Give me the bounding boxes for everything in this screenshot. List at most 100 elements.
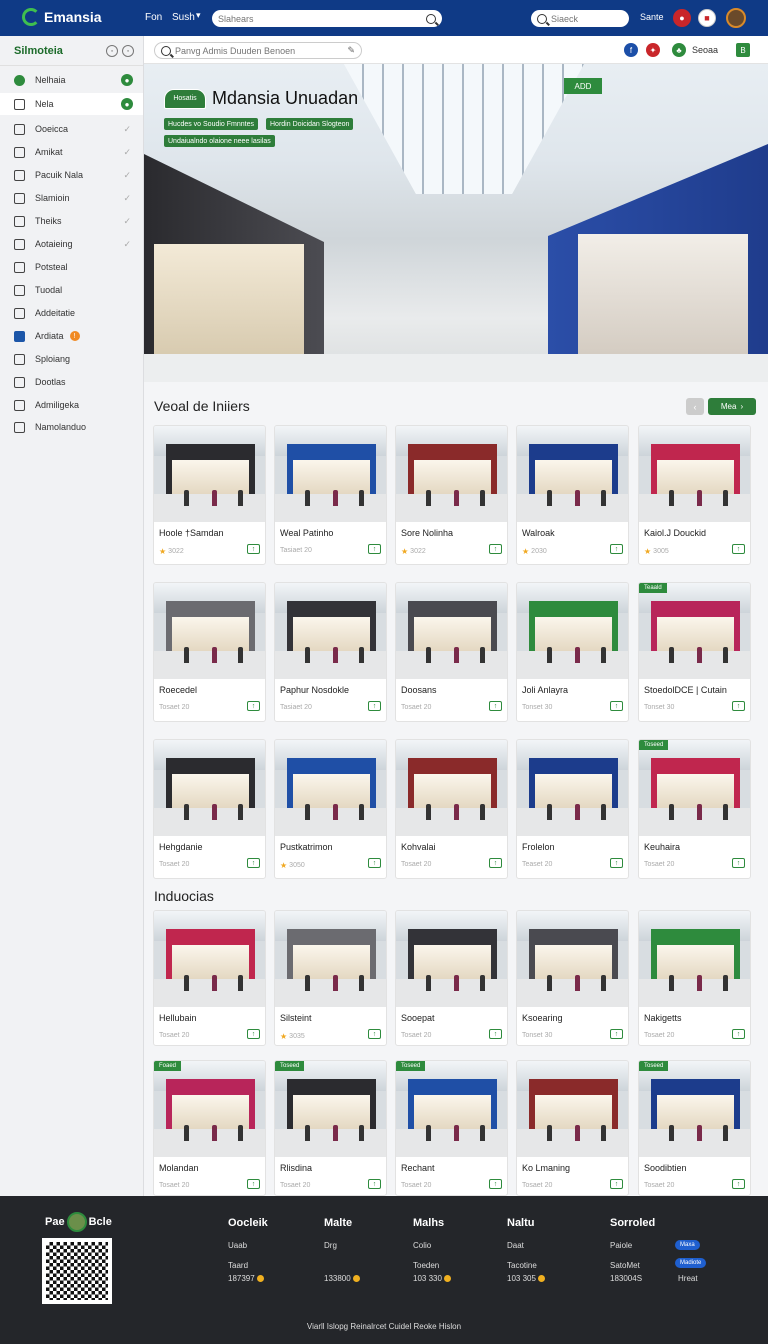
- facebook-icon[interactable]: f: [624, 43, 638, 57]
- store-name[interactable]: Roecedel: [159, 685, 197, 695]
- sidebar-item[interactable]: Aotaieing ✓: [0, 233, 143, 255]
- store-name[interactable]: Silsteint: [280, 1013, 312, 1023]
- store-name[interactable]: Kaiol.J Douckid: [644, 528, 706, 538]
- brand-logo[interactable]: Emansia: [22, 8, 102, 26]
- store-name[interactable]: Walroak: [522, 528, 555, 538]
- store-name[interactable]: Rechant: [401, 1163, 435, 1173]
- sidebar-item[interactable]: Slamioin ✓: [0, 187, 143, 209]
- store-name[interactable]: Kohvalai: [401, 842, 436, 852]
- footer-link[interactable]: Toeden: [413, 1261, 439, 1270]
- store-card[interactable]: Nakigetts Tosaet 20 ↑: [638, 910, 751, 1046]
- secondary-search[interactable]: [531, 10, 629, 27]
- sidebar-item[interactable]: Dootlas: [0, 371, 143, 393]
- store-name[interactable]: Weal Patinho: [280, 528, 333, 538]
- add-icon[interactable]: ↑: [368, 701, 381, 711]
- chevron-down-icon[interactable]: ▾: [196, 10, 201, 21]
- sidebar-item[interactable]: Addeitatie: [0, 302, 143, 324]
- store-card[interactable]: Ksoearing Tonset 30 ↑: [516, 910, 629, 1046]
- add-icon[interactable]: ↑: [732, 701, 745, 711]
- add-icon[interactable]: ↑: [247, 544, 260, 554]
- nav-link-1[interactable]: Fon: [145, 12, 162, 23]
- store-name[interactable]: Ko Lmaning: [522, 1163, 570, 1173]
- add-icon[interactable]: ↑: [368, 858, 381, 868]
- sidebar-item[interactable]: Pacuik Nala ✓: [0, 164, 143, 186]
- add-icon[interactable]: ↑: [489, 858, 502, 868]
- sidebar-item[interactable]: Ardiata!: [0, 325, 143, 347]
- store-card[interactable]: Kohvalai Tosaet 20 ↑: [395, 739, 508, 879]
- store-card[interactable]: Joli Anlayra Tonset 30 ↑: [516, 582, 629, 722]
- store-name[interactable]: Hehgdanie: [159, 842, 203, 852]
- store-card[interactable]: Sooepat Tosaet 20 ↑: [395, 910, 508, 1046]
- store-card[interactable]: Hoole †Samdan ★ 3022 ↑: [153, 425, 266, 565]
- store-card[interactable]: Foaed Molandan Tosaet 20 ↑: [153, 1060, 266, 1196]
- sidebar-item[interactable]: Potsteal: [0, 256, 143, 278]
- store-card[interactable]: Kaiol.J Douckid ★ 3005 ↑: [638, 425, 751, 565]
- store-name[interactable]: Pustkatrimon: [280, 842, 333, 852]
- footer-link[interactable]: Uaab: [228, 1241, 247, 1250]
- store-card[interactable]: Toseed Rechant Tosaet 20 ↑: [395, 1060, 508, 1196]
- flag-icon[interactable]: ■: [698, 9, 716, 27]
- store-card[interactable]: Pustkatrimon ★ 3050 ↑: [274, 739, 387, 879]
- search-icon[interactable]: [426, 13, 436, 24]
- add-icon[interactable]: ↑: [247, 1179, 260, 1189]
- notification-icon[interactable]: ●: [673, 9, 691, 27]
- sidebar-item[interactable]: Namolanduo: [0, 416, 143, 438]
- store-card[interactable]: Roecedel Tosaet 20 ↑: [153, 582, 266, 722]
- add-icon[interactable]: ↑: [247, 1029, 260, 1039]
- mic-icon[interactable]: ✎: [347, 45, 355, 56]
- store-name[interactable]: Hellubain: [159, 1013, 197, 1023]
- store-name[interactable]: Paphur Nosdokle: [280, 685, 349, 695]
- sidebar-item[interactable]: Nela ●: [0, 93, 143, 115]
- search-icon[interactable]: [161, 45, 171, 56]
- next-button[interactable]: Mea ›: [708, 398, 756, 415]
- store-card[interactable]: Hellubain Tosaet 20 ↑: [153, 910, 266, 1046]
- store-name[interactable]: Nakigetts: [644, 1013, 682, 1023]
- store-card[interactable]: Weal Patinho Tasiaet 20 ↑: [274, 425, 387, 565]
- add-icon[interactable]: ↑: [247, 858, 260, 868]
- footer-link[interactable]: Paiole: [610, 1241, 632, 1250]
- store-card[interactable]: Doosans Tosaet 20 ↑: [395, 582, 508, 722]
- toolbar-label[interactable]: Seoaa: [692, 45, 718, 55]
- store-card[interactable]: Ko Lmaning Tosaet 20 ↑: [516, 1060, 629, 1196]
- footer-links[interactable]: Viarll Islopg Reinalrcet Cuidel Reoke Hi…: [0, 1322, 768, 1331]
- store-name[interactable]: StoedolDCE | Cutain: [644, 685, 727, 695]
- store-card[interactable]: Paphur Nosdokle Tasiaet 20 ↑: [274, 582, 387, 722]
- collapse-icon[interactable]: ◦: [106, 45, 118, 57]
- add-icon[interactable]: ↑: [732, 1179, 745, 1189]
- content-search-input[interactable]: [175, 45, 344, 56]
- store-name[interactable]: Sooepat: [401, 1013, 435, 1023]
- store-name[interactable]: Ksoearing: [522, 1013, 563, 1023]
- footer-link[interactable]: Colio: [413, 1241, 431, 1250]
- add-icon[interactable]: ↑: [368, 1029, 381, 1039]
- sidebar-item[interactable]: Tuodal: [0, 279, 143, 301]
- footer-link[interactable]: Drg: [324, 1241, 337, 1250]
- store-name[interactable]: Joli Anlayra: [522, 685, 568, 695]
- main-search[interactable]: [212, 10, 442, 27]
- footer-pill[interactable]: Madiote: [675, 1258, 707, 1268]
- store-name[interactable]: Frolelon: [522, 842, 555, 852]
- footer-link[interactable]: Tacotine: [507, 1261, 537, 1270]
- footer-pill[interactable]: Maxa: [675, 1240, 700, 1250]
- store-card[interactable]: Hehgdanie Tosaet 20 ↑: [153, 739, 266, 879]
- add-icon[interactable]: ↑: [732, 544, 745, 554]
- store-card[interactable]: Toseed Rlisdina Tosaet 20 ↑: [274, 1060, 387, 1196]
- add-icon[interactable]: ↑: [489, 544, 502, 554]
- add-icon[interactable]: ↑: [247, 701, 260, 711]
- footer-link[interactable]: SatoMet: [610, 1261, 640, 1270]
- store-name[interactable]: Sore Nolinha: [401, 528, 453, 538]
- download-icon[interactable]: B: [736, 43, 750, 57]
- sidebar-item[interactable]: Admiligeka: [0, 394, 143, 416]
- store-name[interactable]: Doosans: [401, 685, 437, 695]
- sidebar-item[interactable]: Ooeicca ✓: [0, 118, 143, 140]
- store-card[interactable]: Teaald StoedolDCE | Cutain Tonset 30 ↑: [638, 582, 751, 722]
- settings-icon[interactable]: ◦: [122, 45, 134, 57]
- sidebar-item[interactable]: Theiks ✓: [0, 210, 143, 232]
- content-search[interactable]: ✎: [154, 42, 362, 59]
- secondary-search-input[interactable]: [551, 13, 623, 24]
- store-name[interactable]: Keuhaira: [644, 842, 680, 852]
- add-icon[interactable]: ↑: [732, 858, 745, 868]
- store-card[interactable]: Toseed Soodibtien Tosaet 20 ↑: [638, 1060, 751, 1196]
- store-card[interactable]: Frolelon Teaset 20 ↑: [516, 739, 629, 879]
- footer-link[interactable]: Taard: [228, 1261, 248, 1270]
- sidebar-item[interactable]: Sploiang: [0, 348, 143, 370]
